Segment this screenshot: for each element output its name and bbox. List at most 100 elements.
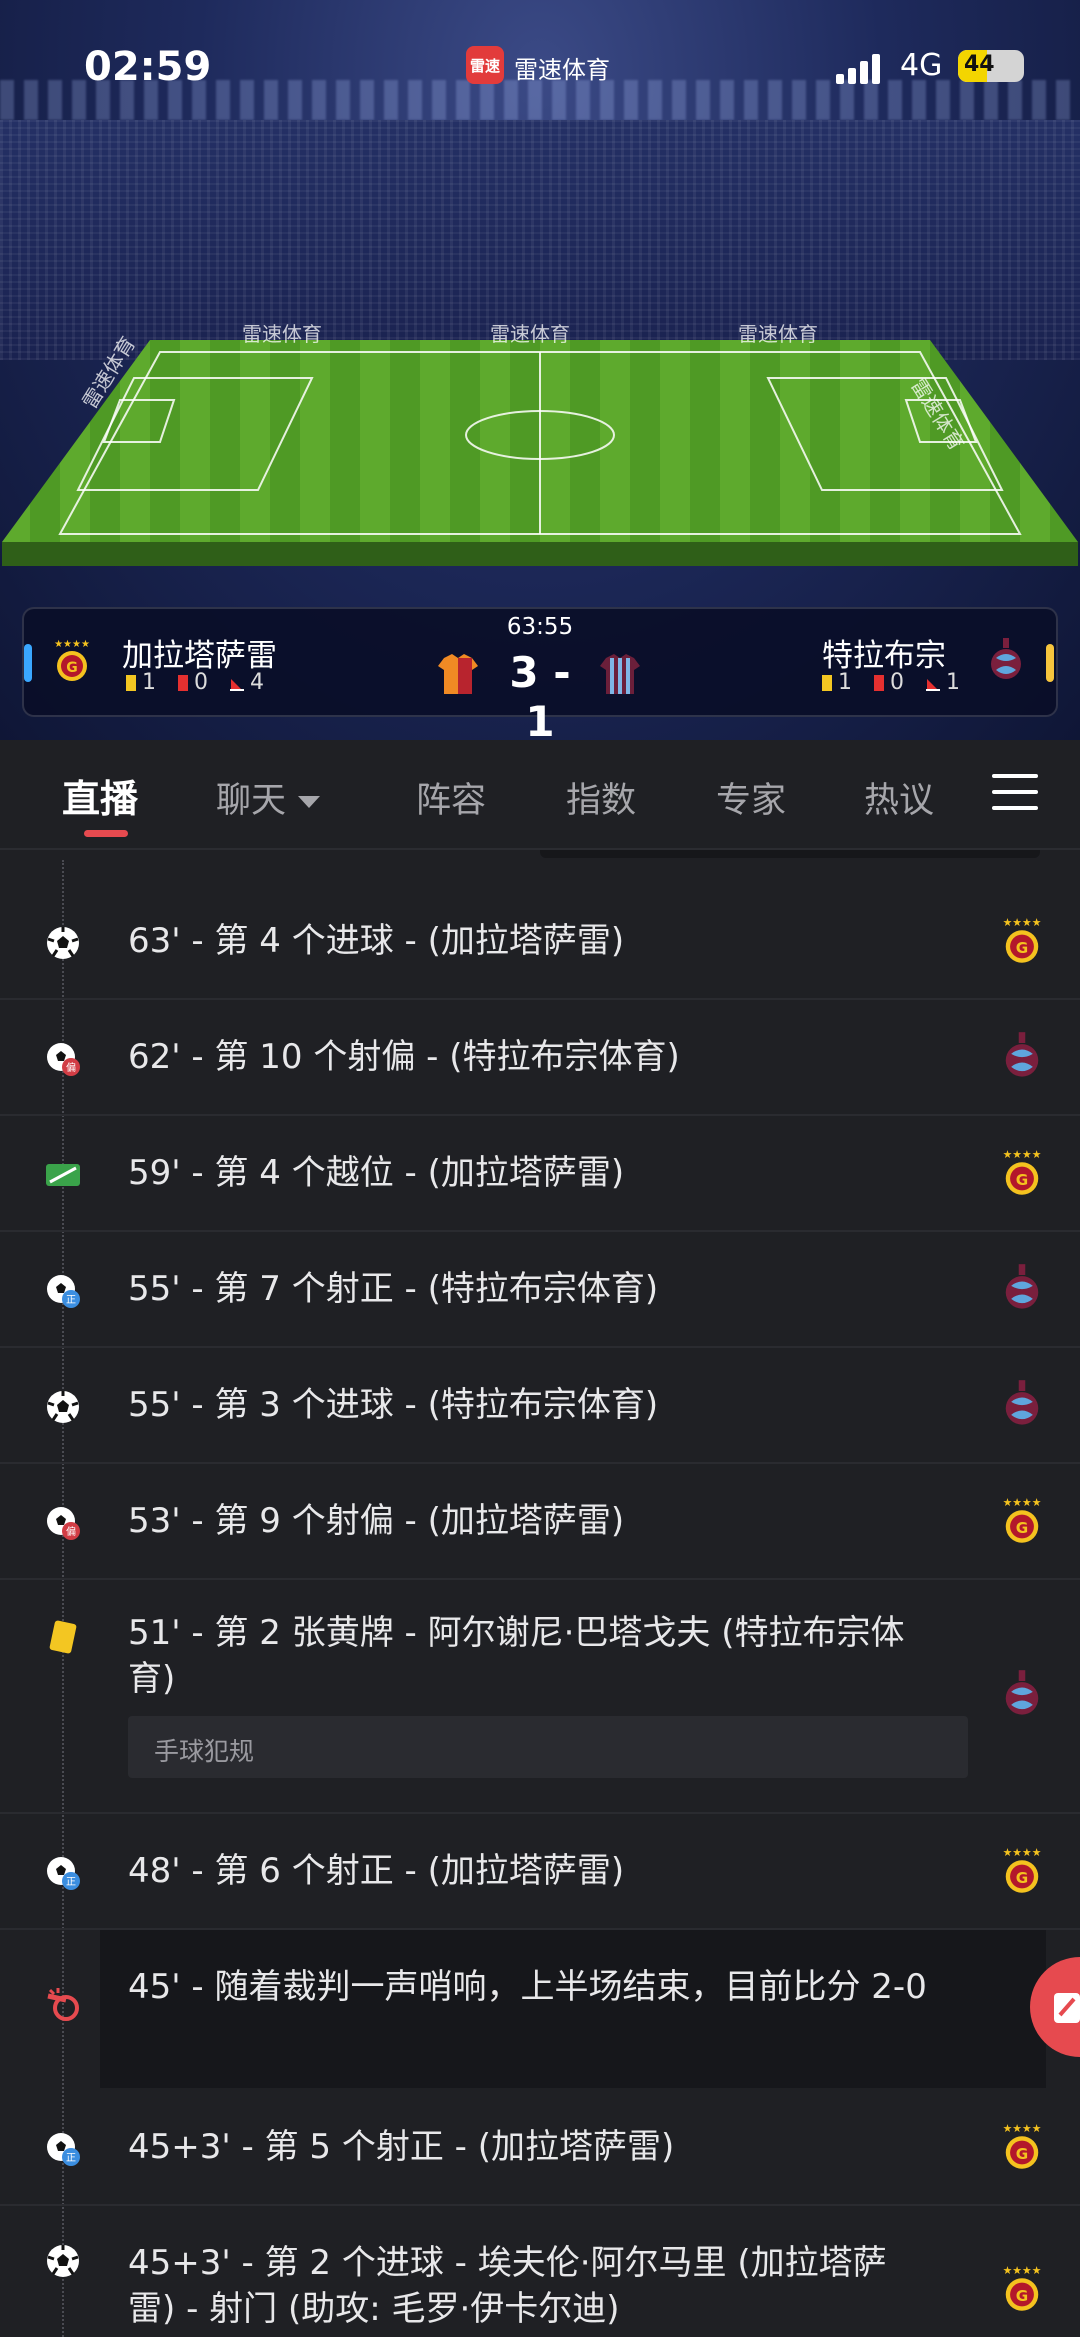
event-row[interactable]: 63' - 第 4 个进球 - (加拉塔萨雷) G ★★★★ bbox=[0, 884, 1080, 1000]
event-text: 55' - 第 7 个射正 - (特拉布宗体育) bbox=[128, 1269, 659, 1309]
trabzonspor-crest-icon bbox=[1005, 1032, 1039, 1077]
tab-discussion[interactable]: 热议 bbox=[864, 772, 934, 823]
tab-chat[interactable]: 聊天 bbox=[216, 772, 321, 823]
event-row[interactable]: 正 45+3' - 第 5 个射正 - (加拉塔萨雷) G ★★★★ bbox=[0, 2090, 1080, 2206]
tab-experts[interactable]: 专家 bbox=[716, 772, 786, 823]
chevron-down-icon bbox=[298, 796, 321, 808]
event-text: 62' - 第 10 个射偏 - (特拉布宗体育) bbox=[128, 1037, 680, 1077]
app-name: 雷速体育 bbox=[514, 56, 610, 84]
home-team-indicator bbox=[24, 644, 32, 682]
event-row[interactable]: 正 48' - 第 6 个射正 - (加拉塔萨雷) G ★★★★ bbox=[0, 1814, 1080, 1930]
battery-percent: 44 bbox=[964, 52, 995, 77]
soccer-ball-icon bbox=[47, 927, 79, 959]
shot-off-target-icon: 偏 bbox=[47, 1507, 80, 1540]
soccer-ball-icon bbox=[47, 1391, 79, 1423]
svg-text:★★★★: ★★★★ bbox=[1003, 2122, 1042, 2135]
svg-text:★★★★: ★★★★ bbox=[1003, 1148, 1042, 1161]
away-corner-count: 1 bbox=[946, 670, 960, 695]
event-row[interactable]: 偏 53' - 第 9 个射偏 - (加拉塔萨雷) G ★★★★ bbox=[0, 1464, 1080, 1580]
tab-live[interactable]: 直播 bbox=[62, 768, 138, 823]
galatasaray-crest-icon: G ★★★★ bbox=[1003, 2122, 1042, 2169]
svg-text:★★★★: ★★★★ bbox=[1003, 2264, 1042, 2277]
svg-text:★★★★: ★★★★ bbox=[1003, 1496, 1042, 1509]
app-logo-icon: 雷速 bbox=[466, 46, 504, 84]
home-corner-count: 4 bbox=[250, 670, 264, 695]
home-team-stats: 1 0 4 bbox=[126, 670, 264, 695]
tab-odds[interactable]: 指数 bbox=[566, 772, 636, 823]
pitch-banner: 雷速体育 bbox=[738, 322, 818, 346]
galatasaray-crest-icon: G ★★★★ bbox=[1003, 1846, 1042, 1893]
svg-text:G: G bbox=[1016, 1519, 1028, 1537]
event-text: 48' - 第 6 个射正 - (加拉塔萨雷) bbox=[128, 1851, 625, 1891]
corner-flag-icon bbox=[926, 675, 940, 691]
svg-text:★★★★: ★★★★ bbox=[1003, 916, 1042, 929]
home-jersey-icon bbox=[438, 654, 478, 694]
event-note: 手球犯规 bbox=[128, 1716, 968, 1778]
pitch-banner: 雷速体育 bbox=[242, 322, 322, 346]
red-card-icon bbox=[178, 674, 188, 691]
soccer-ball-icon bbox=[47, 2245, 79, 2277]
yellow-card-icon bbox=[126, 674, 136, 691]
svg-text:偏: 偏 bbox=[66, 1525, 76, 1538]
svg-text:G: G bbox=[1016, 1171, 1028, 1189]
away-jersey-icon bbox=[600, 654, 640, 694]
home-team-name[interactable]: 加拉塔萨雷 bbox=[122, 630, 277, 675]
event-text: 51' - 第 2 张黄牌 - 阿尔谢尼·巴塔戈夫 (特拉布宗体育) bbox=[128, 1613, 905, 1699]
scroll-indicator bbox=[540, 850, 1040, 858]
event-text: 63' - 第 4 个进球 - (加拉塔萨雷) bbox=[128, 921, 625, 961]
whistle-icon bbox=[47, 1988, 79, 2021]
trabzonspor-crest-icon bbox=[1005, 1264, 1039, 1309]
svg-text:正: 正 bbox=[66, 1877, 76, 1888]
event-text: 59' - 第 4 个越位 - (加拉塔萨雷) bbox=[128, 1153, 625, 1193]
galatasaray-crest-icon: G ★★★★ bbox=[1003, 916, 1042, 963]
network-type: 4G bbox=[900, 48, 943, 83]
offside-icon bbox=[46, 1164, 80, 1186]
svg-text:G: G bbox=[1016, 2145, 1028, 2163]
hamburger-menu-icon[interactable] bbox=[992, 772, 1038, 812]
match-score: 3 - 1 bbox=[509, 648, 571, 746]
status-bar: 02:59 雷速 雷速体育 4G 44 bbox=[0, 0, 1080, 140]
corner-flag-icon bbox=[230, 675, 244, 691]
shot-off-target-icon: 偏 bbox=[47, 1043, 80, 1076]
trabzonspor-crest-icon bbox=[1005, 1380, 1039, 1425]
event-row[interactable]: 45+3' - 第 2 个进球 - 埃夫伦·阿尔马里 (加拉塔萨雷) - 射门 … bbox=[0, 2206, 1080, 2337]
svg-text:★★★★: ★★★★ bbox=[1003, 1846, 1042, 1859]
yellow-card-icon bbox=[49, 1620, 77, 1654]
away-team-stats: 1 0 1 bbox=[822, 670, 960, 695]
status-time: 02:59 bbox=[84, 44, 212, 90]
event-row[interactable]: 55' - 第 3 个进球 - (特拉布宗体育) bbox=[0, 1348, 1080, 1464]
event-text: 55' - 第 3 个进球 - (特拉布宗体育) bbox=[128, 1385, 659, 1425]
svg-text:G: G bbox=[1016, 1869, 1028, 1887]
event-row[interactable]: 51' - 第 2 张黄牌 - 阿尔谢尼·巴塔戈夫 (特拉布宗体育) 手球犯规 bbox=[0, 1580, 1080, 1814]
home-yellow-count: 1 bbox=[142, 670, 156, 695]
trabzonspor-crest-icon bbox=[1005, 1670, 1039, 1715]
event-row[interactable]: 偏 62' - 第 10 个射偏 - (特拉布宗体育) bbox=[0, 1000, 1080, 1116]
football-pitch bbox=[2, 340, 1078, 566]
away-team-name[interactable]: 特拉布宗 bbox=[822, 630, 946, 675]
home-red-count: 0 bbox=[194, 670, 208, 695]
active-tab-indicator bbox=[84, 830, 128, 837]
galatasaray-crest-icon: G ★★★★ bbox=[1003, 2264, 1042, 2311]
event-row[interactable]: 45' - 随着裁判一声哨响，上半场结束，目前比分 2-0 bbox=[0, 1930, 1080, 2090]
svg-text:偏: 偏 bbox=[66, 1061, 76, 1074]
event-row[interactable]: 59' - 第 4 个越位 - (加拉塔萨雷) G ★★★★ bbox=[0, 1116, 1080, 1232]
tab-chat-label: 聊天 bbox=[216, 781, 287, 821]
event-text: 45+3' - 第 5 个射正 - (加拉塔萨雷) bbox=[128, 2127, 675, 2167]
tab-lineup[interactable]: 阵容 bbox=[416, 772, 486, 823]
match-clock: 63:55 bbox=[506, 614, 574, 640]
away-yellow-count: 1 bbox=[838, 670, 852, 695]
galatasaray-crest-icon: G ★★★★ bbox=[1003, 1148, 1042, 1195]
trabzonspor-crest-icon bbox=[991, 638, 1021, 679]
event-text: 53' - 第 9 个射偏 - (加拉塔萨雷) bbox=[128, 1501, 625, 1541]
event-row[interactable]: 正 55' - 第 7 个射正 - (特拉布宗体育) bbox=[0, 1232, 1080, 1348]
galatasaray-crest-icon: G ★★★★ bbox=[54, 639, 90, 681]
svg-text:G: G bbox=[1016, 2287, 1028, 2305]
svg-text:★★★★: ★★★★ bbox=[54, 639, 90, 650]
away-red-count: 0 bbox=[890, 670, 904, 695]
away-team-indicator bbox=[1046, 644, 1054, 682]
yellow-card-icon bbox=[822, 674, 832, 691]
battery-icon: 44 bbox=[958, 50, 1024, 82]
svg-text:G: G bbox=[1016, 939, 1028, 957]
svg-text:正: 正 bbox=[66, 2153, 76, 2164]
event-text: 45+3' - 第 2 个进球 - 埃夫伦·阿尔马里 (加拉塔萨雷) - 射门 … bbox=[128, 2243, 887, 2329]
